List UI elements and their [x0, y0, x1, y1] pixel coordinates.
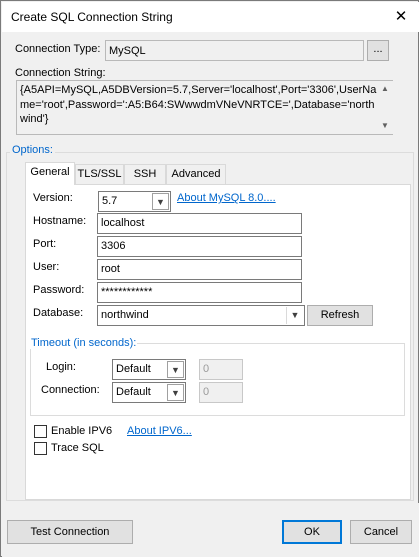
- database-label: Database:: [33, 307, 84, 319]
- connection-type-field: MySQL: [105, 40, 364, 61]
- refresh-button[interactable]: Refresh: [307, 305, 373, 326]
- close-icon[interactable]: ✕: [388, 6, 414, 28]
- tab-general[interactable]: General: [25, 162, 75, 185]
- trace-sql-label[interactable]: Trace SQL: [51, 442, 104, 454]
- enable-ipv6-label[interactable]: Enable IPV6: [51, 425, 112, 437]
- connection-string-text: {A5API=MySQL,A5DBVersion=5.7,Server='loc…: [20, 84, 377, 125]
- options-label: Options:: [10, 144, 55, 156]
- connection-string-textarea[interactable]: {A5API=MySQL,A5DBVersion=5.7,Server='loc…: [16, 80, 393, 135]
- version-label: Version:: [33, 192, 73, 204]
- about-mysql-link[interactable]: About MySQL 8.0....: [177, 192, 276, 204]
- about-ipv6-link[interactable]: About IPV6...: [127, 425, 192, 437]
- browse-connection-type-button[interactable]: ...: [367, 40, 389, 61]
- hostname-label: Hostname:: [33, 215, 87, 227]
- dialog-window: Create SQL Connection String ✕ Connectio…: [0, 0, 419, 557]
- password-label: Password:: [33, 284, 85, 296]
- trace-sql-checkbox[interactable]: [34, 442, 47, 455]
- user-label: User:: [33, 261, 60, 273]
- ok-button[interactable]: OK: [282, 520, 342, 544]
- login-timeout-value: Default: [116, 363, 151, 375]
- hostname-input[interactable]: localhost: [97, 213, 302, 234]
- connection-timeout-label: Connection:: [41, 384, 100, 396]
- database-value: northwind: [101, 309, 149, 321]
- chevron-down-icon[interactable]: ▼: [167, 361, 184, 378]
- port-input[interactable]: 3306: [97, 236, 302, 257]
- version-select[interactable]: 5.7 ▼: [98, 191, 171, 212]
- enable-ipv6-checkbox[interactable]: [34, 425, 47, 438]
- scroll-down-arrow-icon[interactable]: ▼: [377, 118, 393, 134]
- cancel-button[interactable]: Cancel: [350, 520, 412, 544]
- version-value: 5.7: [102, 195, 118, 207]
- window-title: Create SQL Connection String: [11, 10, 173, 24]
- test-connection-button[interactable]: Test Connection: [7, 520, 133, 544]
- tab-ssh[interactable]: SSH: [124, 164, 166, 184]
- database-select[interactable]: northwind ▼: [97, 305, 305, 326]
- connection-string-scrollbar[interactable]: ▲ ▼: [377, 81, 393, 134]
- port-label: Port:: [33, 238, 57, 250]
- password-input[interactable]: ************: [97, 282, 302, 303]
- connection-timeout-select[interactable]: Default ▼: [112, 382, 186, 403]
- login-timeout-select[interactable]: Default ▼: [112, 359, 186, 380]
- tab-tls-ssl[interactable]: TLS/SSL: [75, 164, 124, 184]
- connection-timeout-number: 0: [199, 382, 243, 403]
- login-timeout-number: 0: [199, 359, 243, 380]
- connection-timeout-value: Default: [116, 386, 151, 398]
- connection-string-label: Connection String:: [15, 67, 106, 79]
- login-timeout-label: Login:: [46, 361, 76, 373]
- chevron-down-icon[interactable]: ▼: [286, 307, 303, 324]
- chevron-down-icon[interactable]: ▼: [167, 384, 184, 401]
- scroll-up-arrow-icon[interactable]: ▲: [377, 81, 393, 97]
- chevron-down-icon[interactable]: ▼: [152, 193, 169, 210]
- title-bar: Create SQL Connection String ✕: [2, 2, 419, 32]
- timeout-label: Timeout (in seconds):: [30, 337, 138, 349]
- tab-advanced[interactable]: Advanced: [166, 164, 226, 184]
- user-input[interactable]: root: [97, 259, 302, 280]
- connection-type-label: Connection Type:: [15, 43, 101, 55]
